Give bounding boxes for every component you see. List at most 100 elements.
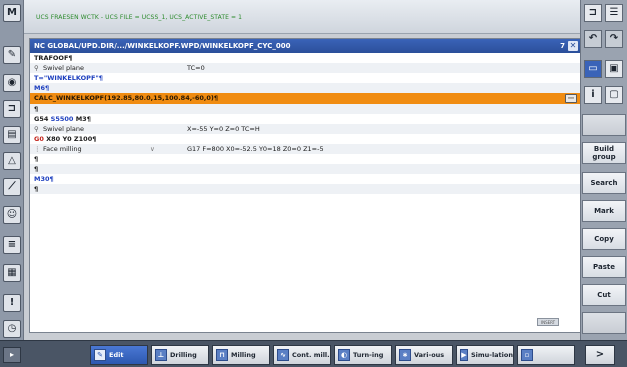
redo-icon[interactable]: ↷ bbox=[605, 30, 623, 48]
swivel-icon: ⚲ bbox=[34, 125, 39, 133]
window-icon[interactable]: ▢ bbox=[605, 86, 623, 104]
program-line[interactable]: T="WINKELKOPF"¶ bbox=[30, 73, 581, 83]
face-milling-icon: ⋮ bbox=[34, 145, 41, 153]
info-icon[interactable]: i bbox=[584, 86, 602, 104]
line-text: M30¶ bbox=[34, 175, 54, 183]
search-button[interactable]: Search bbox=[582, 172, 626, 194]
build-group-button[interactable]: Build group bbox=[582, 142, 626, 164]
view-icon[interactable]: ▭ bbox=[584, 60, 602, 78]
drilling-softkey[interactable]: ⊥ Drilling bbox=[151, 345, 209, 365]
line-text: ¶ bbox=[34, 165, 39, 173]
manager-icon[interactable]: ▤ bbox=[3, 126, 21, 144]
list-icon[interactable]: ☰ bbox=[605, 4, 623, 22]
editor-title-bar: NC GLOBAL/UPD.DIR/.../WINKELKOPF.WPD/WIN… bbox=[30, 39, 581, 53]
diagnostic-icon[interactable]: △ bbox=[3, 152, 21, 170]
program-line[interactable]: G0 X80 Y0 Z100¶ bbox=[30, 134, 581, 144]
status-bar: UCS FRAESEN WCTK - UCS FILE = UCSS_1, UC… bbox=[24, 0, 590, 34]
softkey-label: Simu-lation bbox=[470, 351, 513, 359]
extra-icon: ▫ bbox=[521, 349, 533, 361]
milling-softkey[interactable]: ⊓ Milling bbox=[212, 345, 270, 365]
code-token: X80 Y0 Z100¶ bbox=[46, 135, 97, 143]
chevron-down-icon[interactable]: ∨ bbox=[150, 144, 155, 154]
next-softkeys-button[interactable]: > bbox=[585, 345, 615, 365]
contour-icon: ∿ bbox=[277, 349, 289, 361]
machine-icon[interactable]: M bbox=[3, 4, 21, 22]
program-line[interactable]: ⚲ Swivel plane X=-55 Y=0 Z=0 TC=H bbox=[30, 124, 581, 134]
alarm-icon[interactable]: ! bbox=[3, 294, 21, 312]
paste-button[interactable]: Paste bbox=[582, 256, 626, 278]
program-line[interactable]: G54 S5500 M3¶ bbox=[30, 114, 581, 124]
simulation-icon: ▶ bbox=[460, 349, 468, 361]
user-icon[interactable]: ☺ bbox=[3, 206, 21, 224]
cycle-parameters: G17 F=800 X0=-52.5 Y0=18 Z0=0 Z1=-5 bbox=[187, 145, 324, 153]
blank-softkey[interactable]: ▫ bbox=[517, 345, 575, 365]
program-line[interactable]: M6¶ bbox=[30, 83, 581, 93]
editor-number: 7 bbox=[560, 42, 565, 50]
edit-icon: ✎ bbox=[94, 349, 106, 361]
open-cycle-icon[interactable]: ⋯ bbox=[565, 94, 577, 103]
cycle-parameters: X=-55 Y=0 Z=0 TC=H bbox=[187, 125, 260, 133]
right-softkey-bar: ⊐ ☰ ↶ ↷ ▭ ▣ i ▢ Build group Search Mark … bbox=[580, 0, 627, 367]
insert-mode-badge: INSERT bbox=[537, 318, 559, 326]
line-text: ¶ bbox=[34, 105, 39, 113]
cycle-parameters: TC=0 bbox=[187, 64, 205, 72]
line-text: CALC_WINKELKOPF(192.85,80.0,15,100.84,-6… bbox=[34, 94, 219, 102]
selected-program-line[interactable]: CALC_WINKELKOPF(192.85,80.0,15,100.84,-6… bbox=[30, 93, 581, 104]
line-text: ¶ bbox=[34, 155, 39, 163]
clock-icon[interactable]: ◷ bbox=[3, 320, 21, 338]
program-line[interactable]: ¶ bbox=[30, 164, 581, 174]
line-text: T="WINKELKOPF"¶ bbox=[34, 74, 103, 82]
softkey-label: Turn-ing bbox=[353, 351, 384, 359]
program-line[interactable]: TRAFOOF¶ bbox=[30, 53, 581, 63]
softkey-label: Milling bbox=[231, 351, 256, 359]
softkey-label: Vari-ous bbox=[414, 351, 445, 359]
settings-icon[interactable]: ◉ bbox=[3, 74, 21, 92]
line-text: Swivel plane bbox=[43, 125, 84, 133]
turn-ing-softkey[interactable]: ◐ Turn-ing bbox=[334, 345, 392, 365]
program-line[interactable]: ⚲ Swivel plane TC=0 bbox=[30, 63, 581, 73]
program-line[interactable]: ⋮ Face milling ∨ G17 F=800 X0=-52.5 Y0=18 Z… bbox=[30, 144, 581, 154]
tool-icon[interactable]: ⟋ bbox=[3, 178, 21, 196]
line-text: M6¶ bbox=[34, 84, 50, 92]
program-icon[interactable]: ⊐ bbox=[3, 100, 21, 118]
vari-ous-softkey[interactable]: ∗ Vari-ous bbox=[395, 345, 453, 365]
print-icon[interactable]: ▣ bbox=[605, 60, 623, 78]
softkey-label: Cont. mill. bbox=[292, 351, 330, 359]
code-token: G0 bbox=[34, 135, 44, 143]
horizontal-softkey-bar: ▸ ✎ Edit ⊥ Drilling ⊓ Milling ∿ Cont. mill. ◐ Tur… bbox=[0, 340, 627, 367]
line-text: ¶ bbox=[34, 185, 39, 193]
copy-button[interactable]: Copy bbox=[582, 228, 626, 250]
softkey-blank-1[interactable] bbox=[582, 114, 626, 136]
swivel-icon: ⚲ bbox=[34, 64, 39, 72]
undo-icon[interactable]: ↶ bbox=[584, 30, 602, 48]
mark-button[interactable]: Mark bbox=[582, 200, 626, 222]
program-line[interactable]: ¶ bbox=[30, 154, 581, 164]
code-token: M3¶ bbox=[75, 115, 91, 123]
edit-softkey[interactable]: ✎ Edit bbox=[90, 345, 148, 365]
parameter-icon[interactable]: ✎ bbox=[3, 46, 21, 64]
recall-icon[interactable]: ▸ bbox=[3, 347, 21, 363]
program-line[interactable]: ¶ bbox=[30, 104, 581, 114]
cut-button[interactable]: Cut bbox=[582, 284, 626, 306]
program-line[interactable]: M30¶ bbox=[30, 174, 581, 184]
turn-icon: ◐ bbox=[338, 349, 350, 361]
softkey-blank-2[interactable] bbox=[582, 312, 626, 334]
cont-mill-softkey[interactable]: ∿ Cont. mill. bbox=[273, 345, 331, 365]
various-icon: ∗ bbox=[399, 349, 411, 361]
program-select-icon[interactable]: ⊐ bbox=[584, 4, 602, 22]
program-lines: TRAFOOF¶ ⚲ Swivel plane TC=0 T="WINKELKOPF"¶… bbox=[30, 53, 581, 194]
mdi-icon[interactable]: ▦ bbox=[3, 264, 21, 282]
drill-icon: ⊥ bbox=[155, 349, 167, 361]
code-token: S5500 bbox=[50, 115, 74, 123]
simu-lation-softkey[interactable]: ▶ Simu-lation bbox=[456, 345, 514, 365]
editor-path: NC GLOBAL/UPD.DIR/.../WINKELKOPF.WPD/WIN… bbox=[34, 42, 291, 50]
program-editor[interactable]: NC GLOBAL/UPD.DIR/.../WINKELKOPF.WPD/WIN… bbox=[29, 38, 582, 333]
program-line[interactable]: ¶ bbox=[30, 184, 581, 194]
softkey-label: Drilling bbox=[170, 351, 197, 359]
close-icon[interactable]: ✕ bbox=[568, 41, 578, 51]
line-text: Face milling bbox=[43, 145, 82, 153]
menu-icon[interactable]: ≡ bbox=[3, 236, 21, 254]
line-text: TRAFOOF¶ bbox=[34, 54, 73, 62]
softkey-label: Edit bbox=[109, 351, 124, 359]
status-text: UCS FRAESEN WCTK - UCS FILE = UCSS_1, UC… bbox=[36, 14, 243, 21]
